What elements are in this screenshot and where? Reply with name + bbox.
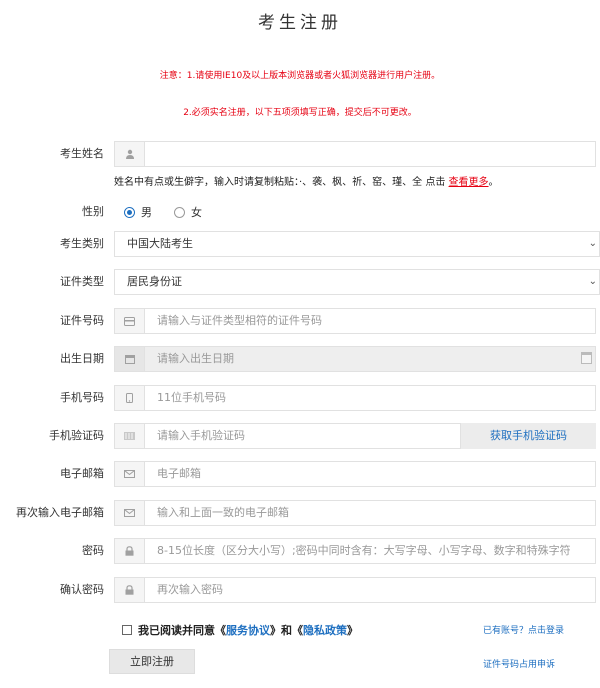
agreement-prefix: 我已阅读并同意《 (138, 624, 226, 637)
name-hint-text: 姓名中有点或生僻字，输入时请复制粘贴：·、袭、枫、祈、窑、瑾、全 点击 (114, 177, 449, 188)
phone-placeholder: 11位手机号码 (157, 391, 226, 404)
email-field[interactable]: 电子邮箱 (114, 461, 596, 487)
login-link[interactable]: 已有账号？点击登录 (483, 623, 564, 636)
agreement-checkbox[interactable] (122, 625, 132, 635)
lock-icon (115, 539, 145, 563)
sms-field[interactable]: 请输入手机验证码 (114, 423, 460, 449)
phone-row: 手机号码 11位手机号码 (0, 385, 600, 411)
confirm-field[interactable]: 再次输入密码 (114, 577, 596, 603)
mail-icon (115, 462, 145, 486)
gender-male-label[interactable]: 男 (141, 204, 152, 220)
page-title: 考生注册 (258, 13, 342, 33)
id-appeal-link[interactable]: 证件号码占用申诉 (483, 657, 555, 670)
email2-field[interactable]: 输入和上面一致的电子邮箱 (114, 500, 596, 526)
category-row: 考生类别 中国大陆考生 ⌄ (0, 231, 600, 257)
gender-radio-group: 男 女 (124, 199, 224, 225)
idnum-row: 证件号码 请输入与证件类型相符的证件号码 (0, 308, 600, 334)
card-icon (115, 309, 145, 333)
email-label: 电子邮箱 (60, 467, 104, 480)
chevron-down-icon: ⌄ (588, 276, 597, 287)
idtype-row: 证件类型 居民身份证 ⌄ (0, 269, 600, 295)
agreement-line: 我已阅读并同意《 服务协议 》和《 隐私政策》 (122, 622, 358, 638)
idtype-label: 证件类型 (60, 275, 104, 288)
user-icon (115, 142, 145, 166)
name-field[interactable] (114, 141, 596, 167)
phone-icon (115, 386, 145, 410)
password-field[interactable]: 8-15位长度（区分大小写）;密码中同时含有：大写字母、小写字母、数字和特殊字符 (114, 538, 596, 564)
sms-placeholder: 请输入手机验证码 (157, 429, 245, 442)
get-sms-code-button[interactable]: 获取手机验证码 (460, 423, 596, 449)
name-label: 考生姓名 (60, 147, 104, 160)
view-more-link[interactable]: 查看更多 (449, 177, 489, 188)
birth-placeholder: 请输入出生日期 (157, 352, 234, 365)
email2-label: 再次输入电子邮箱 (16, 506, 104, 519)
password-row: 密码 8-15位长度（区分大小写）;密码中同时含有：大写字母、小写字母、数字和特… (0, 538, 600, 564)
agreement-suffix: 》 (347, 624, 358, 637)
confirm-row: 确认密码 再次输入密码 (0, 577, 600, 603)
gender-row: 性别 男 女 (0, 199, 600, 225)
name-hint: 姓名中有点或生僻字，输入时请复制粘贴：·、袭、枫、祈、窑、瑾、全 点击 查看更多… (114, 173, 499, 188)
birth-label: 出生日期 (60, 352, 104, 365)
privacy-policy-link[interactable]: 隐私政策 (303, 622, 347, 638)
confirm-placeholder: 再次输入密码 (157, 583, 223, 596)
idnum-field[interactable]: 请输入与证件类型相符的证件号码 (114, 308, 596, 334)
gender-male-radio[interactable] (124, 206, 135, 218)
category-value: 中国大陆考生 (127, 237, 193, 250)
idnum-label: 证件号码 (60, 314, 104, 327)
gender-female-label[interactable]: 女 (191, 204, 202, 220)
gender-label: 性别 (82, 205, 104, 218)
password-placeholder: 8-15位长度（区分大小写）;密码中同时含有：大写字母、小写字母、数字和特殊字符 (157, 544, 571, 557)
birth-row: 出生日期 请输入出生日期 (0, 346, 600, 372)
service-agreement-link[interactable]: 服务协议 (226, 622, 270, 638)
phone-field[interactable]: 11位手机号码 (114, 385, 596, 411)
gender-female-radio[interactable] (174, 206, 185, 218)
idnum-placeholder: 请输入与证件类型相符的证件号码 (157, 314, 322, 327)
calendar-icon (115, 347, 145, 371)
sms-label: 手机验证码 (49, 429, 104, 442)
email2-placeholder: 输入和上面一致的电子邮箱 (157, 506, 289, 519)
chevron-down-icon: ⌄ (588, 238, 597, 249)
name-row: 考生姓名 (0, 141, 600, 167)
lock-icon (115, 578, 145, 602)
agreement-mid: 》和《 (270, 624, 303, 637)
birth-field[interactable]: 请输入出生日期 (114, 346, 596, 372)
mail-icon (115, 501, 145, 525)
email-row: 电子邮箱 电子邮箱 (0, 461, 600, 487)
password-label: 密码 (82, 544, 104, 557)
phone-label: 手机号码 (60, 391, 104, 404)
notice-line-2: 2.必须实名注册，以下五项须填写正确，提交后不可更改。 (183, 108, 417, 118)
idtype-value: 居民身份证 (127, 275, 182, 288)
notice-line-1: 注意：1.请使用IE10及以上版本浏览器或者火狐浏览器进行用户注册。 (159, 71, 441, 81)
category-select[interactable]: 中国大陆考生 ⌄ (114, 231, 600, 257)
name-hint-end: 。 (488, 177, 499, 188)
idtype-select[interactable]: 居民身份证 ⌄ (114, 269, 600, 295)
confirm-label: 确认密码 (60, 583, 104, 596)
sms-row: 手机验证码 请输入手机验证码 获取手机验证码 (0, 423, 600, 449)
register-button[interactable]: 立即注册 (109, 649, 195, 674)
email2-row: 再次输入电子邮箱 输入和上面一致的电子邮箱 (0, 500, 600, 526)
date-picker-icon[interactable] (581, 352, 592, 364)
category-label: 考生类别 (60, 237, 104, 250)
email-placeholder: 电子邮箱 (157, 467, 201, 480)
sms-icon (115, 424, 145, 448)
